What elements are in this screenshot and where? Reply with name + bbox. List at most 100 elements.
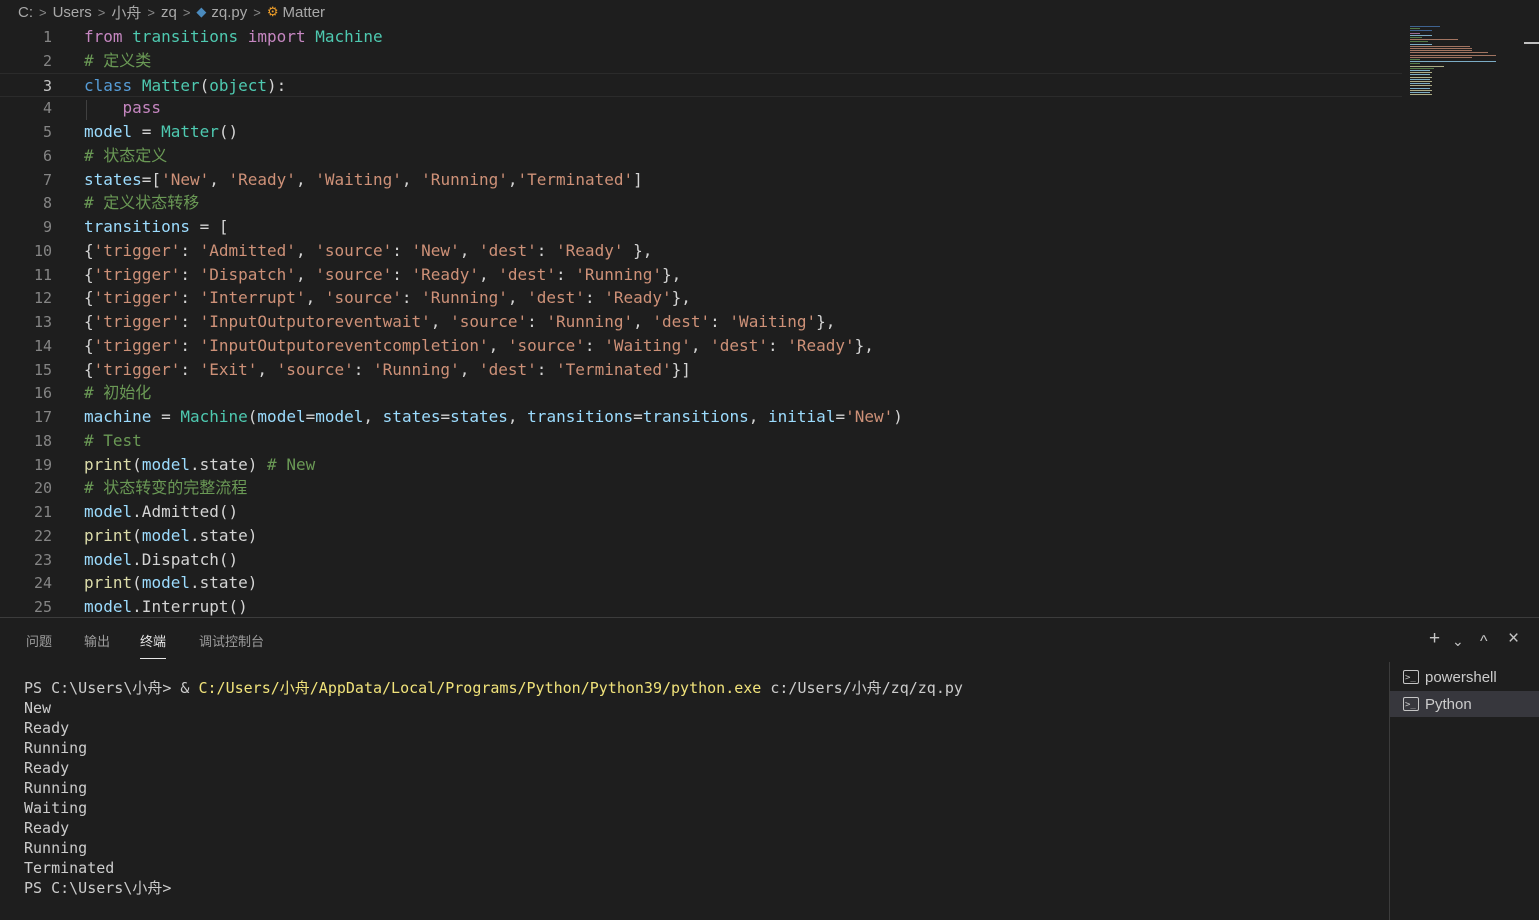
breadcrumb-user-folder[interactable]: 小舟: [111, 2, 141, 23]
class-symbol-icon: ⚙: [266, 4, 279, 19]
code-token: 'trigger': [93, 312, 181, 331]
minimap-line: [1410, 52, 1488, 54]
code-token: # 定义类: [84, 50, 152, 70]
code-line[interactable]: 21 model.Admitted(): [0, 500, 1400, 524]
terminal-output[interactable]: PS C:\Users\小舟> & C:/Users/小舟/AppData/Lo…: [24, 678, 1374, 898]
line-number: 6: [42, 146, 52, 165]
maximize-panel-icon[interactable]: ^: [1480, 631, 1488, 653]
code-token: 'Ready': [228, 169, 296, 189]
chevron-down-icon[interactable]: ⌄: [1452, 630, 1464, 652]
code-line[interactable]: 22 print(model.state): [0, 524, 1400, 548]
code-line[interactable]: 16 # 初始化: [0, 381, 1400, 405]
code-token: 'source': [324, 288, 402, 308]
terminal-item-powershell[interactable]: >_ powershell: [1390, 664, 1539, 690]
minimap-line: [1410, 76, 1432, 78]
line-number: 24: [33, 574, 52, 593]
code-line[interactable]: 25 model.Interrupt(): [0, 595, 1400, 617]
tab-terminal[interactable]: 终端: [140, 632, 167, 659]
code-text: transitions = [: [84, 215, 229, 239]
terminal-prompt: PS C:\Users\小舟> &: [24, 679, 199, 697]
code-token: = [: [189, 217, 229, 236]
close-panel-icon[interactable]: ×: [1508, 628, 1519, 650]
minimap-line: [1410, 37, 1422, 38]
breadcrumb-file[interactable]: zq.py: [211, 4, 247, 21]
line-number: 25: [33, 598, 52, 616]
code-line[interactable]: 13 {'trigger': 'InputOutputoreventwait', …: [0, 310, 1400, 334]
code-line[interactable]: 23 model.Dispatch(): [0, 548, 1400, 572]
code-token: ,: [633, 312, 653, 331]
code-token: states: [84, 169, 142, 189]
code-line[interactable]: 10 {'trigger': 'Admitted', 'source': 'New…: [0, 239, 1400, 263]
terminal-item-python[interactable]: >_ Python: [1390, 691, 1539, 717]
code-line[interactable]: 17 machine = Machine(model=model, states=…: [0, 405, 1400, 429]
code-line[interactable]: 1 from transitions import Machine: [0, 25, 1400, 49]
code-token: 'trigger': [93, 288, 181, 308]
tab-debug-console[interactable]: 调试控制台: [199, 632, 264, 658]
code-line[interactable]: 19 print(model.state) # New: [0, 453, 1400, 477]
code-token: Machine: [315, 27, 383, 46]
code-token: ,: [305, 288, 325, 308]
code-token: :: [584, 335, 605, 355]
minimap-line: [1410, 85, 1432, 87]
code-token: 'source': [315, 240, 393, 260]
minimap[interactable]: [1408, 24, 1508, 104]
minimap-line: [1410, 39, 1458, 41]
line-number: 7: [42, 170, 52, 189]
code-token: =: [151, 407, 181, 426]
breadcrumb-drive[interactable]: C:: [18, 4, 33, 21]
code-token: # 定义状态转移: [84, 193, 200, 213]
code-token: object: [209, 75, 268, 95]
breadcrumb-symbol[interactable]: Matter: [283, 4, 326, 21]
code-token: ]: [633, 169, 643, 189]
new-terminal-icon[interactable]: +: [1429, 628, 1440, 650]
code-text: {'trigger': 'InputOutputoreventwait', 's…: [84, 310, 835, 334]
code-line[interactable]: 2 # 定义类: [0, 49, 1400, 73]
terminal-command-exe: C:/Users/小舟/AppData/Local/Programs/Pytho…: [198, 679, 762, 697]
code-token: 'trigger': [93, 240, 181, 260]
breadcrumb-users[interactable]: Users: [53, 4, 92, 21]
code-text: {'trigger': 'Exit', 'source': 'Running',…: [84, 358, 691, 382]
line-number: 22: [33, 526, 52, 545]
terminal-command-line: PS C:\Users\小舟> & C:/Users/小舟/AppData/Lo…: [24, 678, 1374, 698]
python-file-icon: ◆: [196, 4, 207, 19]
code-token: 'Ready': [556, 240, 624, 260]
breadcrumb-project-folder[interactable]: zq: [161, 4, 177, 21]
code-token: },: [623, 240, 653, 260]
line-number: 21: [33, 503, 52, 521]
code-token: transitions: [642, 407, 749, 426]
code-token: =: [440, 407, 451, 426]
minimap-line: [1410, 61, 1496, 63]
code-line[interactable]: 3 class Matter(object):: [0, 72, 1402, 97]
code-line[interactable]: 15 {'trigger': 'Exit', 'source': 'Running…: [0, 358, 1400, 382]
code-token: 'Interrupt': [199, 288, 306, 308]
code-line[interactable]: 6 # 状态定义: [0, 144, 1400, 168]
code-line[interactable]: 14 {'trigger': 'InputOutputoreventcomplet…: [0, 334, 1400, 358]
code-line[interactable]: 7 states=['New', 'Ready', 'Waiting', 'Run…: [0, 168, 1400, 192]
code-token: 'dest': [478, 240, 537, 260]
line-number: 14: [33, 336, 52, 355]
code-line[interactable]: 5 model = Matter(): [0, 120, 1400, 144]
terminal-output-line: Ready: [24, 759, 70, 777]
minimap-line: [1410, 74, 1430, 76]
chevron-right-icon: >: [97, 4, 106, 20]
code-line[interactable]: 9 transitions = [: [0, 215, 1400, 239]
code-token: =[: [141, 169, 162, 189]
minimap-line: [1410, 94, 1432, 96]
code-line[interactable]: 12 {'trigger': 'Interrupt', 'source': 'Ru…: [0, 286, 1400, 310]
tab-output[interactable]: 输出: [84, 632, 110, 658]
code-token: ,: [295, 264, 316, 284]
minimap-line: [1410, 32, 1420, 34]
code-line[interactable]: 24 print(model.state): [0, 571, 1400, 595]
code-token: 'source': [276, 359, 354, 379]
line-number: 12: [33, 289, 52, 308]
code-line[interactable]: 8 # 定义状态转移: [0, 191, 1400, 215]
code-editor[interactable]: 1 from transitions import Machine 2 # 定义类 3 c…: [0, 25, 1539, 617]
tab-problems[interactable]: 问题: [26, 632, 52, 658]
code-line[interactable]: 11 {'trigger': 'Dispatch', 'source': 'Rea…: [0, 263, 1400, 287]
code-line[interactable]: 18 # Test: [0, 429, 1400, 453]
code-line[interactable]: 4 pass: [0, 96, 1400, 121]
code-line[interactable]: 20 # 状态转变的完整流程: [0, 476, 1400, 500]
code-token: 'dest': [527, 288, 585, 308]
editor-scrollbar[interactable]: [1522, 24, 1539, 616]
